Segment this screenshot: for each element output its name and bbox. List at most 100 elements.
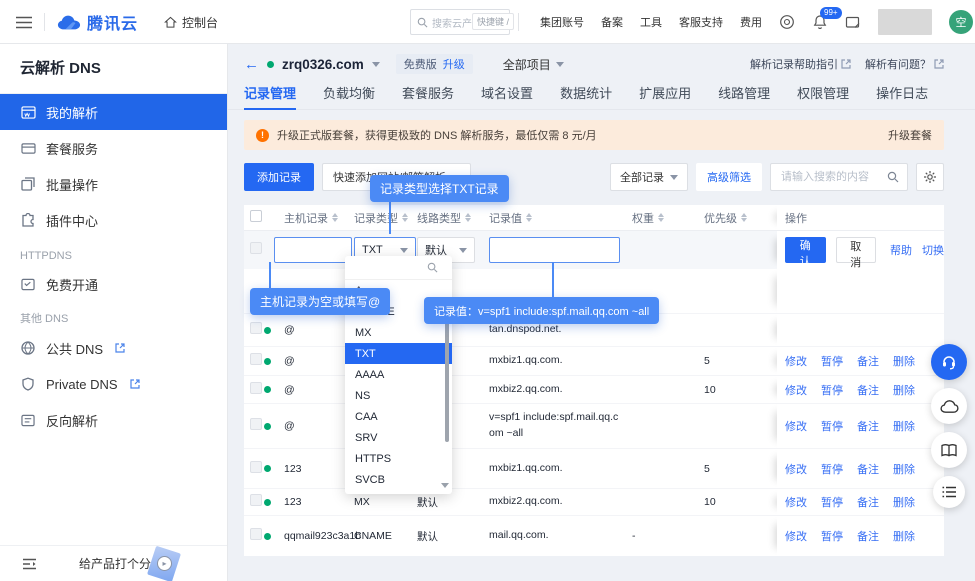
sort-icon[interactable] <box>741 213 747 222</box>
pause-link[interactable]: 暂停 <box>821 461 843 477</box>
help-guide-link[interactable]: 解析记录帮助指引 <box>750 56 851 72</box>
pause-link[interactable]: 暂停 <box>821 528 843 544</box>
type-option-ns[interactable]: NS <box>345 385 452 406</box>
project-filter[interactable]: 全部项目 <box>503 56 564 73</box>
modify-link[interactable]: 修改 <box>785 353 807 369</box>
help-circle-icon[interactable] <box>779 14 795 30</box>
menu-group-account[interactable]: 集团账号 <box>540 14 584 30</box>
delete-link[interactable]: 删除 <box>893 382 915 398</box>
record-search-input[interactable] <box>779 170 887 184</box>
sidebar-item-batch-ops[interactable]: 批量操作 <box>0 166 227 202</box>
modify-link[interactable]: 修改 <box>785 494 807 510</box>
dropdown-scrollbar[interactable] <box>445 318 449 442</box>
cloud-assistant-fab[interactable] <box>931 388 967 424</box>
tab-plan-service[interactable]: 套餐服务 <box>402 76 454 110</box>
host-record-input[interactable] <box>274 237 352 263</box>
remark-link[interactable]: 备注 <box>857 461 879 477</box>
sort-icon[interactable] <box>465 213 471 222</box>
notification-bell-icon[interactable]: 99+ <box>812 14 828 30</box>
menu-icp-filing[interactable]: 备案 <box>601 14 623 30</box>
type-option-txt[interactable]: TXT <box>345 343 452 364</box>
type-option-srv[interactable]: SRV <box>345 427 452 448</box>
tab-line-management[interactable]: 线路管理 <box>718 76 770 110</box>
type-option-caa[interactable]: CAA <box>345 406 452 427</box>
tab-domain-settings[interactable]: 域名设置 <box>481 76 533 110</box>
pause-link[interactable]: 暂停 <box>821 494 843 510</box>
delete-link[interactable]: 删除 <box>893 353 915 369</box>
console-link[interactable]: 控制台 <box>164 14 218 31</box>
remark-link[interactable]: 备注 <box>857 382 879 398</box>
row-checkbox[interactable] <box>250 528 262 540</box>
modify-link[interactable]: 修改 <box>785 461 807 477</box>
upgrade-plan-link[interactable]: 升级套餐 <box>888 127 932 143</box>
documentation-fab[interactable] <box>931 432 967 468</box>
type-option-https[interactable]: HTTPS <box>345 448 452 469</box>
sidebar-item-plans[interactable]: 套餐服务 <box>0 130 227 166</box>
menu-billing[interactable]: 费用 <box>740 14 762 30</box>
modify-link[interactable]: 修改 <box>785 418 807 434</box>
menu-support[interactable]: 客服支持 <box>679 14 723 30</box>
sort-icon[interactable] <box>332 213 338 222</box>
delete-link[interactable]: 删除 <box>893 418 915 434</box>
back-arrow-icon[interactable]: ← <box>244 57 259 72</box>
row-checkbox[interactable] <box>250 418 262 430</box>
delete-link[interactable]: 删除 <box>893 461 915 477</box>
advanced-filter-button[interactable]: 高级筛选 <box>696 163 762 191</box>
switch-link[interactable]: 切换 <box>922 242 944 258</box>
col-line[interactable]: 线路类型 <box>417 210 489 226</box>
menu-tools[interactable]: 工具 <box>640 14 662 30</box>
sidebar-item-reverse-dns[interactable]: 反向解析 <box>0 402 227 438</box>
upgrade-link[interactable]: 升级 <box>443 56 465 72</box>
type-option-svcb[interactable]: SVCB <box>345 469 452 490</box>
sort-icon[interactable] <box>526 213 532 222</box>
tencent-cloud-logo[interactable]: 腾讯云 <box>57 10 138 34</box>
pause-link[interactable]: 暂停 <box>821 353 843 369</box>
type-option-aaaa[interactable]: AAAA <box>345 364 452 385</box>
chevron-down-icon[interactable] <box>372 62 380 67</box>
tab-load-balancing[interactable]: 负载均衡 <box>323 76 375 110</box>
row-checkbox[interactable] <box>250 382 262 394</box>
col-host[interactable]: 主机记录 <box>284 210 354 226</box>
type-option-mx[interactable]: MX <box>345 322 452 343</box>
row-checkbox[interactable] <box>250 353 262 365</box>
cancel-button[interactable]: 取消 <box>836 237 877 263</box>
sort-icon[interactable] <box>658 213 664 222</box>
tab-statistics[interactable]: 数据统计 <box>560 76 612 110</box>
col-type[interactable]: 记录类型 <box>354 210 417 226</box>
sort-icon[interactable] <box>402 213 408 222</box>
tab-permissions[interactable]: 权限管理 <box>797 76 849 110</box>
sidebar-item-free-activation[interactable]: 免费开通 <box>0 266 227 302</box>
rate-product-link[interactable]: 给产品打个分 <box>79 555 151 572</box>
record-search-box[interactable] <box>770 163 908 191</box>
modify-link[interactable]: 修改 <box>785 382 807 398</box>
confirm-button[interactable]: 确认 <box>785 237 826 263</box>
tab-operation-logs[interactable]: 操作日志 <box>876 76 928 110</box>
row-checkbox[interactable] <box>250 461 262 473</box>
sidebar-item-my-dns[interactable]: 我的解析 <box>0 94 227 130</box>
help-question-link[interactable]: 解析有问题？ <box>865 56 944 72</box>
tab-record-management[interactable]: 记录管理 <box>244 76 296 110</box>
remark-link[interactable]: 备注 <box>857 494 879 510</box>
col-value[interactable]: 记录值 <box>489 210 632 226</box>
remark-link[interactable]: 备注 <box>857 418 879 434</box>
delete-link[interactable]: 删除 <box>893 528 915 544</box>
survey-list-fab[interactable] <box>933 476 965 508</box>
avatar[interactable]: 空 <box>949 10 973 34</box>
sidebar-item-public-dns[interactable]: 公共 DNS <box>0 330 227 366</box>
domain-name[interactable]: zrq0326.com <box>282 57 364 72</box>
customer-service-fab[interactable] <box>931 344 967 380</box>
select-all-checkbox[interactable] <box>250 210 262 222</box>
row-checkbox[interactable] <box>250 494 262 506</box>
sidebar-item-plugin-center[interactable]: 插件中心 <box>0 202 227 238</box>
record-filter-select[interactable]: 全部记录 <box>610 163 688 191</box>
col-weight[interactable]: 权重 <box>632 210 704 226</box>
add-record-button[interactable]: 添加记录 <box>244 163 314 191</box>
pause-link[interactable]: 暂停 <box>821 382 843 398</box>
modify-link[interactable]: 修改 <box>785 528 807 544</box>
pause-link[interactable]: 暂停 <box>821 418 843 434</box>
remark-link[interactable]: 备注 <box>857 353 879 369</box>
remark-link[interactable]: 备注 <box>857 528 879 544</box>
hamburger-menu-icon[interactable] <box>16 16 32 29</box>
collapse-sidebar-icon[interactable] <box>22 558 37 570</box>
row-checkbox[interactable] <box>250 322 262 334</box>
